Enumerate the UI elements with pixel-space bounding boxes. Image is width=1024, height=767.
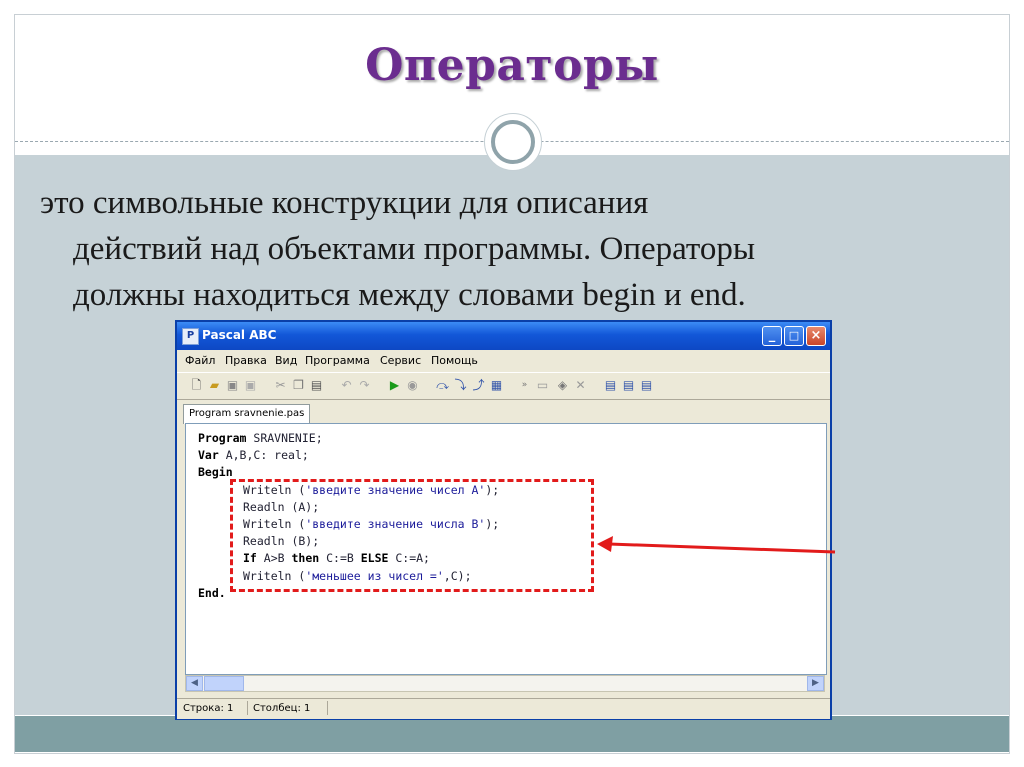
code-keyword: Program: [198, 431, 247, 445]
paste-icon[interactable]: ▤: [309, 378, 324, 393]
menu-help[interactable]: Помощь: [431, 354, 478, 367]
code-keyword: Var: [198, 448, 219, 463]
window-titlebar[interactable]: P Pascal ABC _ □ ×: [177, 322, 830, 350]
new-file-icon[interactable]: 🗋: [189, 378, 204, 393]
code-text-span: A,B,C: real;: [218, 448, 309, 463]
cut-icon[interactable]: ✂: [273, 378, 288, 393]
code-text-span: SRAVNENIE;: [246, 431, 323, 445]
pascal-abc-app-icon[interactable]: P: [182, 328, 199, 345]
status-row: Строка: 1: [183, 703, 234, 714]
code-keyword: End.: [198, 585, 226, 600]
body-line-2: действий над объектами программы. Операт…: [73, 231, 756, 267]
slide-title: Операторы: [365, 40, 659, 91]
output-window-icon[interactable]: ▭: [535, 378, 550, 393]
pointer-arrow-icon: [597, 536, 836, 554]
tab-program-sravnenie[interactable]: Program sravnenie.pas: [183, 404, 311, 424]
step-over-icon[interactable]: ⤼: [435, 378, 450, 393]
toggle-icon[interactable]: ◈: [555, 378, 570, 393]
stop-icon[interactable]: ◉: [405, 378, 420, 393]
compile-all-icon[interactable]: ▤: [621, 378, 636, 393]
redo-icon[interactable]: ↷: [357, 378, 372, 393]
close-debug-icon[interactable]: ✕: [573, 378, 588, 393]
menu-file[interactable]: Файл: [185, 354, 215, 367]
menu-service[interactable]: Сервис: [380, 354, 421, 367]
maximize-button[interactable]: □: [784, 326, 804, 346]
status-separator: [327, 701, 328, 715]
body-line-3: должны находиться между словами begin и …: [73, 277, 746, 313]
status-separator: [247, 701, 248, 715]
horizontal-scrollbar[interactable]: ◀ ▶: [185, 675, 825, 692]
status-column: Столбец: 1: [253, 703, 311, 714]
decorative-circle-icon: [491, 120, 535, 164]
toolbar: 🗋 ▰ ▣ ▣ ✂ ❐ ▤ ↶ ↷ ▶ ◉ ⤼ ⤵ ⤴ ▦ » ▭ ◈ ✕ ▤ …: [177, 372, 830, 400]
slide-body-text: это символьные конструкции для описания …: [40, 180, 990, 318]
code-keyword: Begin: [198, 465, 233, 480]
scrollbar-thumb[interactable]: [204, 676, 244, 691]
statements-highlight-box: [230, 479, 594, 592]
options-icon[interactable]: ▤: [639, 378, 654, 393]
undo-icon[interactable]: ↶: [339, 378, 354, 393]
menu-program[interactable]: Программа: [305, 354, 370, 367]
step-into-icon[interactable]: ⤵: [453, 378, 468, 393]
save-icon[interactable]: ▣: [225, 378, 240, 393]
compile-icon[interactable]: ▤: [603, 378, 618, 393]
scroll-right-icon[interactable]: ▶: [807, 676, 824, 691]
close-button[interactable]: ×: [806, 326, 826, 346]
watch-icon[interactable]: »: [517, 378, 532, 393]
status-bar: Строка: 1 Столбец: 1: [177, 698, 830, 719]
bottom-band: [15, 716, 1009, 752]
menu-view[interactable]: Вид: [275, 354, 297, 367]
save-all-icon[interactable]: ▣: [243, 378, 258, 393]
open-file-icon[interactable]: ▰: [207, 378, 222, 393]
scroll-left-icon[interactable]: ◀: [186, 676, 203, 691]
body-line-1: это символьные конструкции для описания: [40, 185, 649, 221]
copy-icon[interactable]: ❐: [291, 378, 306, 393]
minimize-button[interactable]: _: [762, 326, 782, 346]
step-out-icon[interactable]: ⤴: [471, 378, 486, 393]
breakpoint-icon[interactable]: ▦: [489, 378, 504, 393]
menubar: Файл Правка Вид Программа Сервис Помощь: [177, 350, 830, 370]
run-icon[interactable]: ▶: [387, 378, 402, 393]
window-title: Pascal ABC: [202, 328, 277, 342]
menu-edit[interactable]: Правка: [225, 354, 267, 367]
tab-row: Program sravnenie.pas: [177, 401, 830, 424]
